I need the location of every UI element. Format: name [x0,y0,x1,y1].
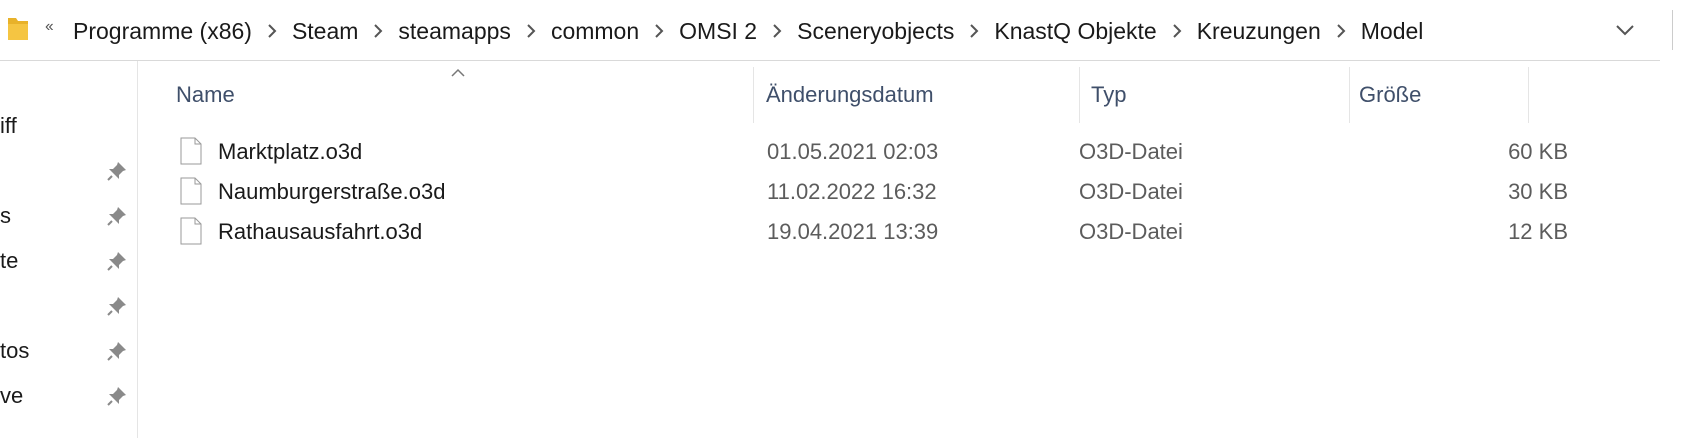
chevron-right-icon[interactable] [757,24,797,38]
file-date: 11.02.2022 16:32 [767,179,937,204]
chevron-right-icon[interactable] [358,24,398,38]
file-type: O3D-Datei [1079,219,1183,244]
search-box-edge[interactable] [1672,10,1675,50]
breadcrumb-item[interactable]: Model [1361,18,1424,45]
pin-icon [106,250,128,272]
pin-icon [106,160,128,182]
file-name: Marktplatz.o3d [218,139,363,164]
file-list: Name Änderungsdatum Typ Größe Marktplatz… [138,61,1681,438]
file-row[interactable]: Rathausausfahrt.o3d 19.04.2021 13:39 O3D… [168,213,1568,253]
file-row[interactable]: Naumburgerstraße.o3d 11.02.2022 16:32 O3… [168,173,1568,213]
file-size: 12 KB [1508,219,1568,244]
breadcrumb-item[interactable]: KnastQ Objekte [994,18,1156,45]
nav-item[interactable]: ve [0,375,137,415]
nav-item-label: ve [0,383,24,408]
nav-item-label: te [0,248,19,273]
chevron-right-icon[interactable] [252,24,292,38]
file-date: 19.04.2021 13:39 [767,219,939,244]
file-size: 60 KB [1508,139,1568,164]
breadcrumb-item[interactable]: Programme (x86) [73,18,252,45]
nav-item[interactable] [0,150,137,190]
column-divider[interactable] [753,67,754,123]
breadcrumb-item[interactable]: steamapps [398,18,511,45]
breadcrumb-item[interactable]: common [551,18,639,45]
pin-icon [106,340,128,362]
breadcrumb-item[interactable]: OMSI 2 [679,18,757,45]
breadcrumb-item[interactable]: Kreuzungen [1197,18,1321,45]
nav-item[interactable]: te [0,240,137,280]
column-header-type[interactable]: Typ [1091,75,1126,115]
column-header-size[interactable]: Größe [1359,75,1421,115]
navigation-pane: iff s te tos ve [0,61,138,438]
nav-item[interactable]: tos [0,330,137,370]
column-divider[interactable] [1079,67,1080,123]
file-icon [180,217,202,245]
file-date: 01.05.2021 02:03 [767,139,939,164]
nav-item[interactable]: iff [0,105,137,145]
file-row[interactable]: Marktplatz.o3d 01.05.2021 02:03 O3D-Date… [168,133,1568,173]
chevron-down-icon[interactable] [1614,20,1636,40]
file-name: Naumburgerstraße.o3d [218,179,446,204]
column-divider[interactable] [1349,67,1350,123]
column-divider[interactable] [1528,67,1529,123]
nav-item-label: tos [0,338,30,363]
nav-item-label: iff [0,113,17,138]
file-name: Rathausausfahrt.o3d [218,219,423,244]
breadcrumb-item[interactable]: Sceneryobjects [797,18,954,45]
column-header-date[interactable]: Änderungsdatum [766,75,934,115]
address-bar[interactable]: ‹‹ Programme (x86) Steam steamapps commo… [0,0,1673,61]
chevron-right-icon[interactable] [1321,24,1361,38]
nav-item[interactable]: s [0,195,137,235]
sort-ascending-icon [450,65,466,77]
breadcrumb-item[interactable]: Steam [292,18,358,45]
column-header-name[interactable]: Name [176,75,235,115]
folder-icon [8,14,28,44]
pin-icon [106,385,128,407]
breadcrumb: Programme (x86) Steam steamapps common O… [73,14,1423,48]
file-type: O3D-Datei [1079,179,1183,204]
chevron-right-icon[interactable] [954,24,994,38]
pin-icon [106,205,128,227]
nav-item[interactable] [0,285,137,325]
file-size: 30 KB [1508,179,1568,204]
chevron-right-icon[interactable] [511,24,551,38]
nav-item-label: s [0,203,11,228]
chevron-right-icon[interactable] [1157,24,1197,38]
file-icon [180,177,202,205]
double-chevron-left-icon[interactable]: ‹‹ [45,18,54,36]
file-icon [180,137,202,165]
pin-icon [106,295,128,317]
file-type: O3D-Datei [1079,139,1183,164]
chevron-right-icon[interactable] [639,24,679,38]
